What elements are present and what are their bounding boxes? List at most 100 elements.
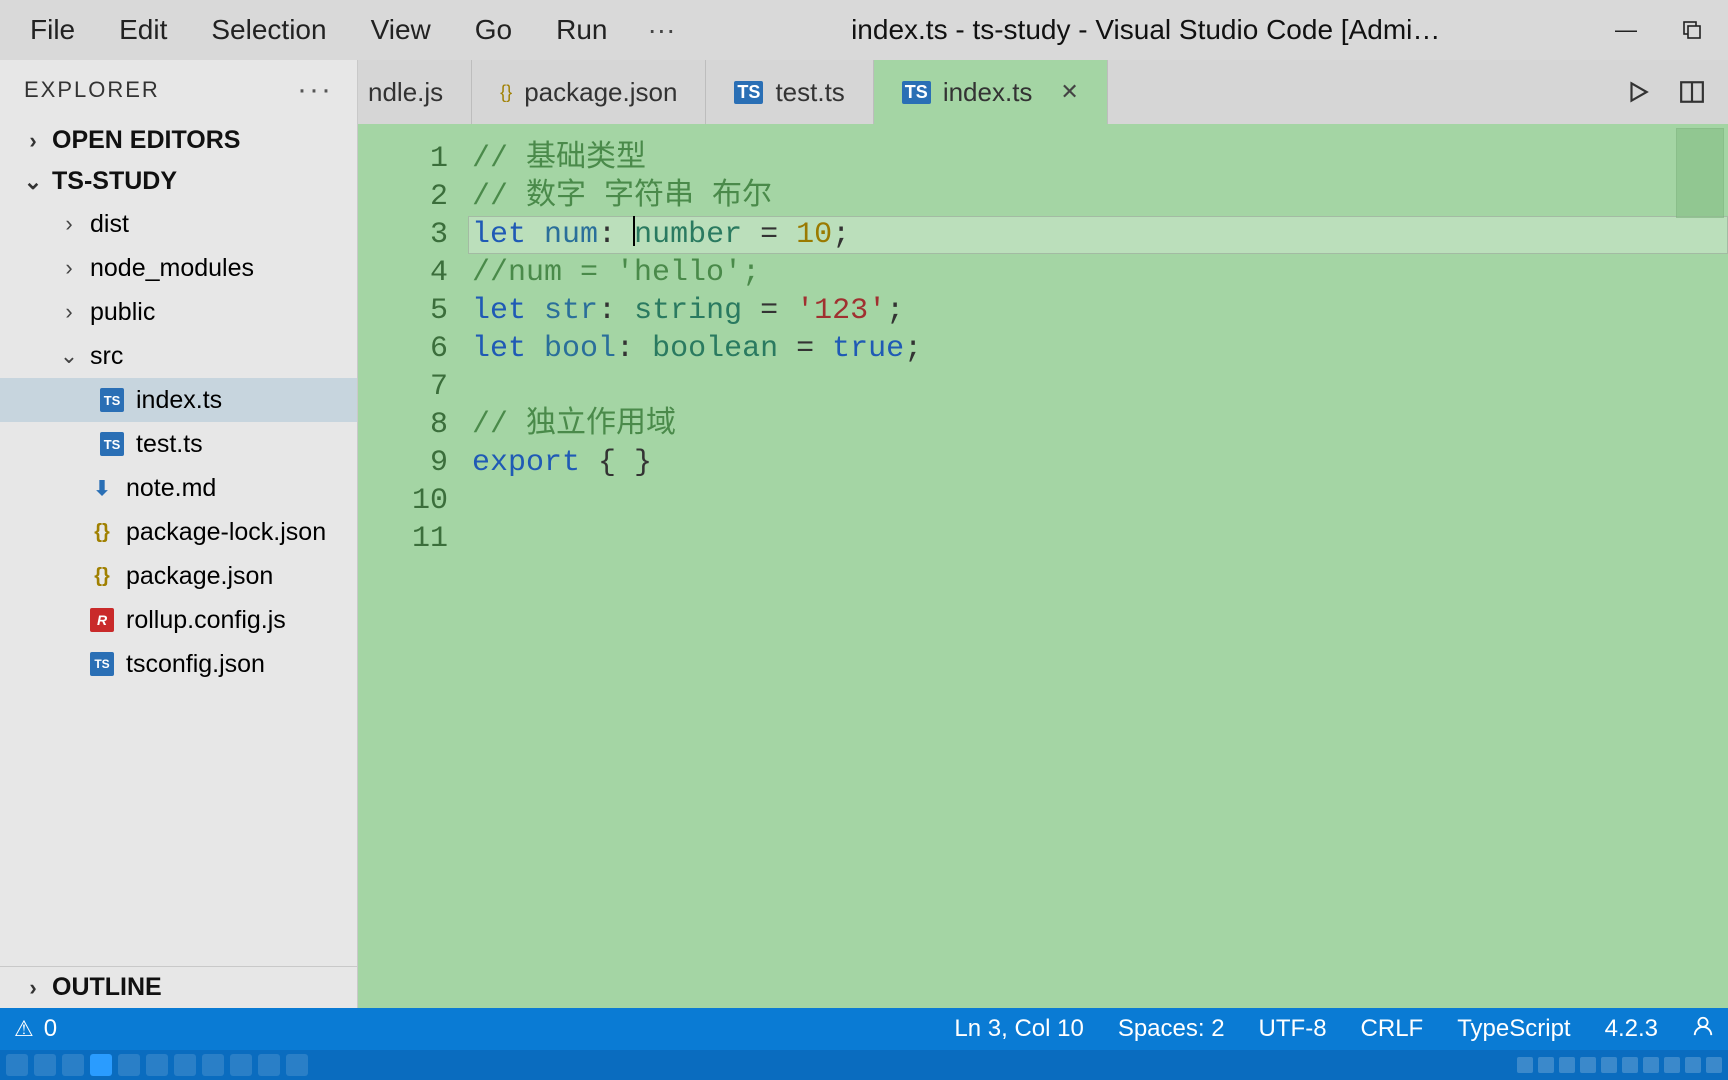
code-line-10[interactable]: [468, 482, 1728, 520]
code-line-8[interactable]: // 独立作用域: [468, 406, 1728, 444]
status-problems[interactable]: ⚠ 0: [14, 1015, 57, 1043]
project-name: TS-STUDY: [52, 167, 177, 196]
chevron-right-icon: ›: [60, 211, 78, 237]
folder-public[interactable]: ›public: [0, 290, 357, 334]
tab-ndle-js[interactable]: ndle.js: [358, 60, 472, 124]
split-editor-icon[interactable]: [1668, 68, 1716, 116]
tree-item-label: tsconfig.json: [126, 650, 265, 679]
maximize-button[interactable]: [1664, 8, 1720, 52]
chevron-down-icon: ⌄: [60, 343, 78, 369]
code-line-1[interactable]: // 基础类型: [468, 140, 1728, 178]
chevron-right-icon: ›: [24, 975, 42, 1001]
language-mode[interactable]: TypeScript: [1457, 1015, 1570, 1043]
folder-src[interactable]: ⌄src: [0, 334, 357, 378]
chevron-right-icon: ›: [24, 128, 42, 154]
feedback-icon[interactable]: [1692, 1015, 1714, 1044]
tray-icon[interactable]: [1517, 1057, 1533, 1073]
menu-file[interactable]: File: [8, 8, 97, 52]
code-line-3[interactable]: let num: number = 10;: [468, 216, 1728, 254]
code-line-2[interactable]: // 数字 字符串 布尔: [468, 178, 1728, 216]
menu-overflow-icon[interactable]: ···: [629, 8, 693, 52]
system-tray: [1517, 1057, 1722, 1073]
taskbar-icon[interactable]: [118, 1054, 140, 1076]
menu-run[interactable]: Run: [534, 8, 629, 52]
tray-icon[interactable]: [1706, 1057, 1722, 1073]
menu-go[interactable]: Go: [453, 8, 534, 52]
taskbar-icon[interactable]: [258, 1054, 280, 1076]
code-line-9[interactable]: export { }: [468, 444, 1728, 482]
code-line-11[interactable]: [468, 520, 1728, 558]
ts-file-icon: TS: [734, 81, 763, 104]
cursor-position[interactable]: Ln 3, Col 10: [954, 1015, 1083, 1043]
run-icon[interactable]: [1614, 68, 1662, 116]
tab-test-ts[interactable]: TStest.ts: [706, 60, 873, 124]
ts-file-icon: TS: [100, 388, 124, 412]
indent-setting[interactable]: Spaces: 2: [1118, 1015, 1225, 1043]
tsconfig-file-icon: TS: [90, 652, 114, 676]
taskbar-icon[interactable]: [6, 1054, 28, 1076]
close-icon[interactable]: ✕: [1060, 79, 1078, 105]
editor-actions: [1614, 60, 1728, 124]
taskbar-icon[interactable]: [174, 1054, 196, 1076]
file-package-lock.json[interactable]: {}package-lock.json: [0, 510, 357, 554]
tray-icon[interactable]: [1622, 1057, 1638, 1073]
minimap[interactable]: [1676, 128, 1724, 218]
taskbar-icon[interactable]: [286, 1054, 308, 1076]
file-package.json[interactable]: {}package.json: [0, 554, 357, 598]
taskbar-icon[interactable]: [34, 1054, 56, 1076]
menu-selection[interactable]: Selection: [189, 8, 348, 52]
file-test.ts[interactable]: TS test.ts: [0, 422, 357, 466]
json-file-icon: {}: [90, 520, 114, 544]
file-index.ts[interactable]: TSindex.ts: [0, 378, 357, 422]
tray-icon[interactable]: [1643, 1057, 1659, 1073]
outline-section[interactable]: › OUTLINE: [0, 966, 357, 1008]
tray-icon[interactable]: [1601, 1057, 1617, 1073]
eol[interactable]: CRLF: [1361, 1015, 1424, 1043]
code-line-7[interactable]: [468, 368, 1728, 406]
file-note.md[interactable]: ⬇ note.md: [0, 466, 357, 510]
menu-edit[interactable]: Edit: [97, 8, 189, 52]
tree-item-label: rollup.config.js: [126, 606, 286, 635]
tray-icon[interactable]: [1559, 1057, 1575, 1073]
code-line-6[interactable]: let bool: boolean = true;: [468, 330, 1728, 368]
tray-icon[interactable]: [1538, 1057, 1554, 1073]
markdown-file-icon: ⬇: [90, 476, 114, 500]
tray-icon[interactable]: [1685, 1057, 1701, 1073]
code-content[interactable]: // 基础类型// 数字 字符串 布尔let num: number = 10;…: [468, 124, 1728, 1008]
line-gutter: 1234567891011: [358, 124, 468, 1008]
tab-package-json[interactable]: {} package.json: [472, 60, 706, 124]
open-editors-section[interactable]: › OPEN EDITORS: [0, 120, 357, 161]
tray-icon[interactable]: [1580, 1057, 1596, 1073]
file-tree: ›dist›node_modules›public⌄srcTSindex.tsT…: [0, 202, 357, 966]
tab-label: ndle.js: [368, 77, 443, 108]
file-tsconfig.json[interactable]: TS tsconfig.json: [0, 642, 357, 686]
tab-label: index.ts: [943, 77, 1033, 108]
ts-file-icon: TS: [100, 432, 124, 456]
menu-view[interactable]: View: [349, 8, 453, 52]
folder-dist[interactable]: ›dist: [0, 202, 357, 246]
tree-item-label: test.ts: [136, 430, 203, 459]
ts-version[interactable]: 4.2.3: [1605, 1015, 1658, 1043]
taskbar-icon[interactable]: [230, 1054, 252, 1076]
taskbar-icon[interactable]: [62, 1054, 84, 1076]
tab-index-ts[interactable]: TSindex.ts✕: [874, 60, 1108, 124]
encoding[interactable]: UTF-8: [1259, 1015, 1327, 1043]
folder-node_modules[interactable]: ›node_modules: [0, 246, 357, 290]
open-editors-label: OPEN EDITORS: [52, 126, 240, 155]
code-line-5[interactable]: let str: string = '123';: [468, 292, 1728, 330]
file-rollup.config.js[interactable]: Rrollup.config.js: [0, 598, 357, 642]
explorer-title: EXPLORER: [24, 77, 160, 103]
project-root[interactable]: ⌄ TS-STUDY: [0, 161, 357, 202]
tab-label: package.json: [524, 77, 677, 108]
tree-item-label: note.md: [126, 474, 216, 503]
taskbar-icon[interactable]: [146, 1054, 168, 1076]
code-editor[interactable]: 1234567891011 // 基础类型// 数字 字符串 布尔let num…: [358, 124, 1728, 1008]
taskbar-icon[interactable]: [90, 1054, 112, 1076]
taskbar-icon[interactable]: [202, 1054, 224, 1076]
code-line-4[interactable]: //num = 'hello';: [468, 254, 1728, 292]
explorer-more-icon[interactable]: ···: [297, 73, 333, 107]
minimize-button[interactable]: —: [1598, 8, 1654, 52]
tray-icon[interactable]: [1664, 1057, 1680, 1073]
json-file-icon: {}: [500, 82, 512, 103]
window-controls: —: [1598, 8, 1720, 52]
